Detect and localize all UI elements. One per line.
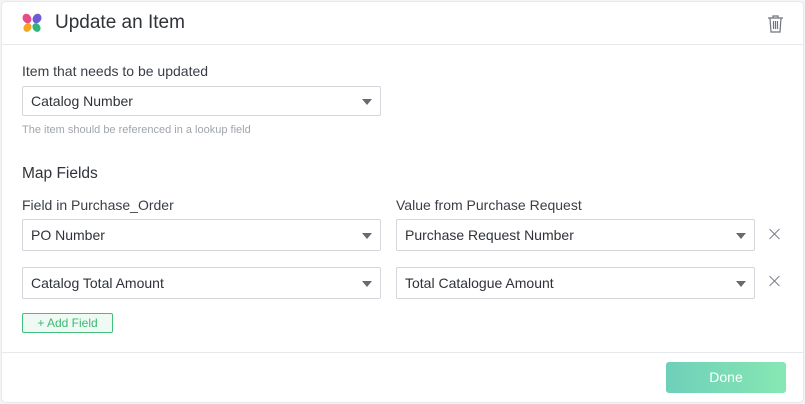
chevron-down-icon bbox=[736, 233, 746, 239]
mapping-field-select[interactable]: PO Number bbox=[22, 219, 381, 251]
map-fields-title: Map Fields bbox=[22, 165, 98, 182]
item-to-update-label: Item that needs to be updated bbox=[22, 63, 209, 79]
chevron-down-icon bbox=[362, 281, 372, 287]
chevron-down-icon bbox=[736, 281, 746, 287]
item-to-update-select[interactable]: Catalog Number bbox=[22, 86, 381, 116]
update-item-dialog: Update an Item Item that needs to be upd… bbox=[2, 2, 803, 402]
dialog-header: Update an Item bbox=[2, 2, 803, 45]
mapping-value-select[interactable]: Total Catalogue Amount bbox=[396, 267, 755, 299]
mapping-value-value: Total Catalogue Amount bbox=[405, 275, 554, 291]
remove-mapping-close-icon[interactable] bbox=[768, 274, 782, 288]
butterfly-logo-icon bbox=[22, 13, 42, 32]
remove-mapping-close-icon[interactable] bbox=[768, 227, 782, 241]
add-field-button[interactable]: + Add Field bbox=[22, 313, 113, 333]
trash-icon[interactable] bbox=[767, 14, 784, 33]
field-column-label: Field in Purchase_Order bbox=[22, 197, 174, 213]
mapping-value-select[interactable]: Purchase Request Number bbox=[396, 219, 755, 251]
mapping-field-value: PO Number bbox=[31, 227, 105, 243]
chevron-down-icon bbox=[362, 233, 372, 239]
dialog-title: Update an Item bbox=[55, 12, 185, 33]
mapping-value-value: Purchase Request Number bbox=[405, 227, 574, 243]
chevron-down-icon bbox=[362, 99, 372, 105]
done-button[interactable]: Done bbox=[666, 362, 786, 393]
mapping-field-select[interactable]: Catalog Total Amount bbox=[22, 267, 381, 299]
item-to-update-value: Catalog Number bbox=[31, 93, 133, 109]
item-hint-text: The item should be referenced in a looku… bbox=[22, 124, 251, 136]
value-column-label: Value from Purchase Request bbox=[396, 197, 582, 213]
mapping-field-value: Catalog Total Amount bbox=[31, 275, 164, 291]
dialog-footer: Done bbox=[2, 352, 803, 402]
